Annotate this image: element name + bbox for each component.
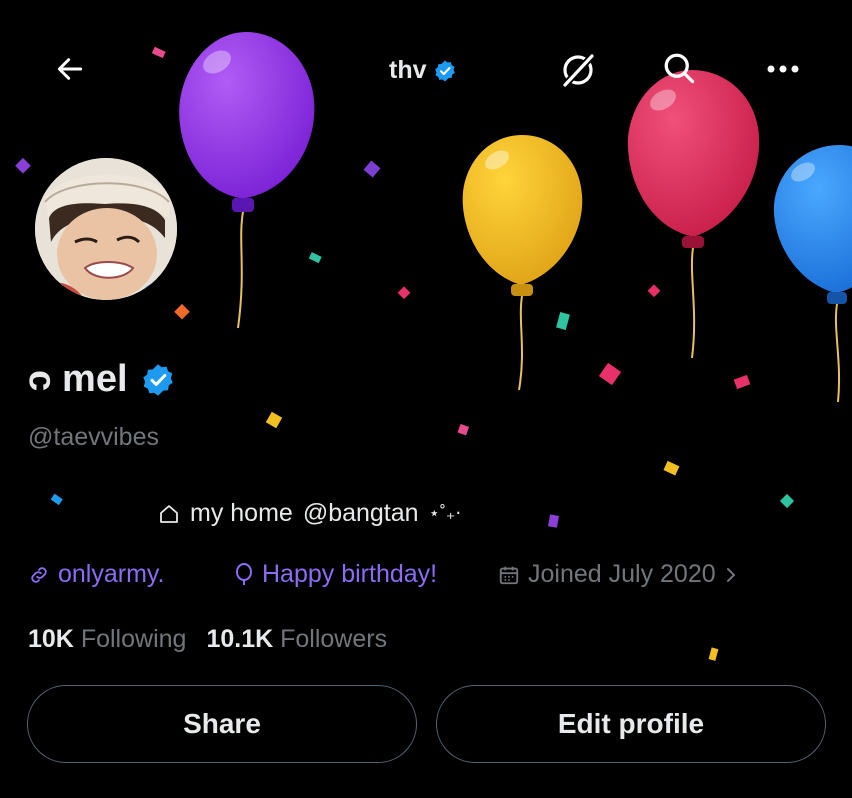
arrow-left-icon <box>57 58 83 80</box>
joined-date[interactable]: Joined July 2020 <box>498 560 738 589</box>
display-name: ᴒ mel <box>28 358 128 400</box>
grok-button[interactable] <box>554 46 602 94</box>
chevron-right-icon <box>726 567 736 582</box>
bio-mention[interactable]: @bangtan <box>303 499 419 528</box>
purple-balloon <box>179 32 315 329</box>
verified-badge-icon[interactable] <box>140 362 176 398</box>
followers-link[interactable]: 10.1K Followers <box>206 625 387 654</box>
birthday-text: Happy birthday! <box>262 560 438 588</box>
bio: my home @bangtan ⋆˚₊⋅ <box>158 499 461 528</box>
search-button[interactable] <box>655 44 703 92</box>
profile-link-text[interactable]: onlyarmy. <box>58 560 165 589</box>
grok-slash-icon <box>561 51 597 89</box>
balloon-icon <box>236 562 252 585</box>
display-name-row: ᴒ mel <box>28 358 176 401</box>
blue-balloon <box>773 145 852 403</box>
yellow-balloon <box>462 135 583 391</box>
more-dots-icon <box>767 65 799 73</box>
follow-counts: 10K Following 10.1K Followers <box>28 625 387 654</box>
joined-text: Joined July 2020 <box>528 560 716 588</box>
avatar[interactable] <box>27 150 185 308</box>
avatar-photo <box>35 158 177 300</box>
bio-text: my home <box>190 499 293 527</box>
following-label: Following <box>80 625 187 653</box>
following-count: 10K <box>28 625 74 653</box>
avatar-illustration <box>35 158 177 300</box>
house-icon <box>160 504 178 523</box>
more-button[interactable] <box>759 45 807 93</box>
birthday: Happy birthday! <box>234 560 437 589</box>
following-link[interactable]: 10K Following <box>28 625 186 654</box>
verified-badge-icon <box>434 60 455 81</box>
header-title: thv <box>389 56 427 84</box>
red-balloon <box>627 70 760 359</box>
search-icon <box>664 53 695 84</box>
back-button[interactable] <box>46 45 94 93</box>
link-icon <box>31 566 47 583</box>
share-button[interactable]: Share <box>27 685 417 763</box>
followers-count: 10.1K <box>206 625 274 653</box>
bio-sparkle: ⋆˚₊⋅ <box>428 503 462 523</box>
handle: @taevvibes <box>28 423 159 451</box>
header-title-group: thv <box>389 56 457 85</box>
calendar-icon <box>499 566 519 584</box>
edit-profile-button[interactable]: Edit profile <box>436 685 826 763</box>
profile-link[interactable]: onlyarmy. <box>28 560 165 589</box>
followers-label: Followers <box>280 625 388 653</box>
